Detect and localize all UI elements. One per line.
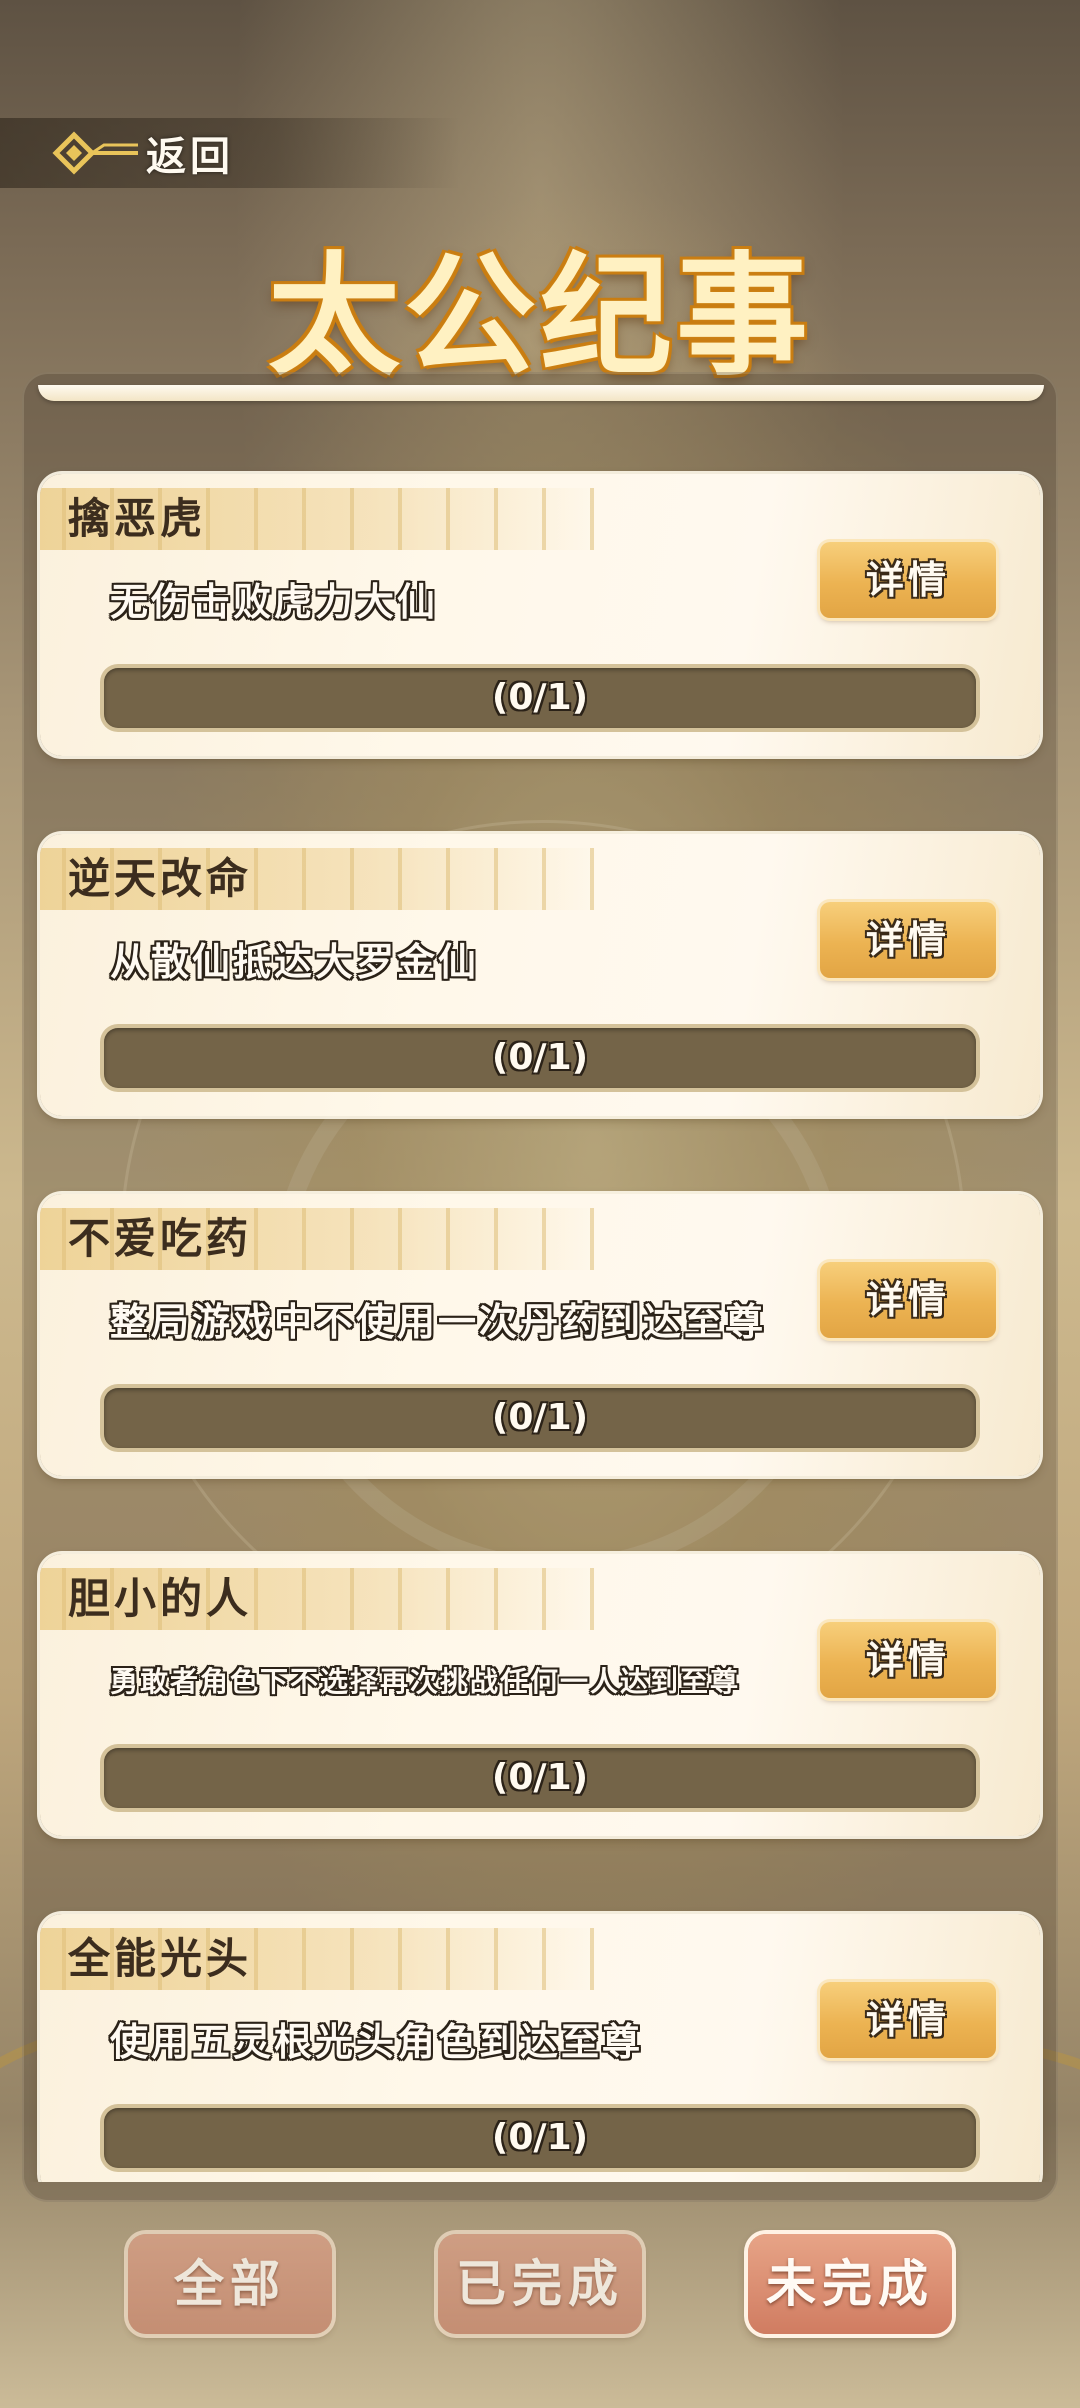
achievement-description: 使用五灵根光头角色到达至尊 — [110, 2019, 644, 2064]
back-label: 返回 — [146, 133, 234, 180]
achievement-card: 擒恶虎 无伤击败虎力大仙 详情 (0/1) — [40, 474, 1040, 756]
filter-completed-button[interactable]: 已完成 — [438, 2234, 642, 2334]
progress-bar: (0/1) — [104, 1028, 976, 1088]
progress-bar: (0/1) — [104, 2108, 976, 2168]
achievement-card: 逆天改命 从散仙抵达大罗金仙 详情 (0/1) — [40, 834, 1040, 1116]
achievement-card: 胆小的人 勇敢者角色下不选择再次挑战任何一人达到至尊 详情 (0/1) — [40, 1554, 1040, 1836]
achievement-description: 从散仙抵达大罗金仙 — [110, 939, 480, 984]
progress-text: (0/1) — [491, 677, 589, 718]
achievement-screen: 返回 太公纪事 擒恶虎 无伤击败虎力大仙 详情 (0/1) 逆天改命 从散仙抵达… — [0, 0, 1080, 2408]
progress-text: (0/1) — [491, 2117, 589, 2158]
progress-bar: (0/1) — [104, 1748, 976, 1808]
progress-text: (0/1) — [491, 1397, 589, 1438]
detail-button[interactable]: 详情 — [820, 1262, 996, 1338]
achievement-description: 无伤击败虎力大仙 — [110, 579, 439, 624]
filter-incomplete-button[interactable]: 未完成 — [748, 2234, 952, 2334]
detail-button[interactable]: 详情 — [820, 542, 996, 618]
achievement-title: 逆天改命 — [68, 854, 253, 903]
achievement-title: 擒恶虎 — [68, 494, 207, 543]
detail-button[interactable]: 详情 — [820, 902, 996, 978]
achievement-card: 不爱吃药 整局游戏中不使用一次丹药到达至尊 详情 (0/1) — [40, 1194, 1040, 1476]
detail-button[interactable]: 详情 — [820, 1982, 996, 2058]
diamond-arrow-icon — [52, 131, 138, 175]
panel-divider — [38, 385, 1044, 401]
back-button[interactable]: 返回 — [0, 118, 460, 188]
progress-text: (0/1) — [491, 1037, 589, 1078]
achievement-title: 全能光头 — [68, 1934, 253, 1983]
achievement-title: 胆小的人 — [68, 1574, 253, 1623]
achievement-title: 不爱吃药 — [68, 1214, 253, 1263]
achievement-card: 全能光头 使用五灵根光头角色到达至尊 详情 (0/1) — [40, 1914, 1040, 2182]
progress-text: (0/1) — [491, 1757, 589, 1798]
achievement-list[interactable]: 擒恶虎 无伤击败虎力大仙 详情 (0/1) 逆天改命 从散仙抵达大罗金仙 详情 … — [22, 400, 1058, 2182]
filter-all-button[interactable]: 全部 — [128, 2234, 332, 2334]
progress-bar: (0/1) — [104, 668, 976, 728]
achievement-description: 勇敢者角色下不选择再次挑战任何一人达到至尊 — [110, 1665, 741, 1698]
achievement-description: 整局游戏中不使用一次丹药到达至尊 — [110, 1299, 767, 1344]
detail-button[interactable]: 详情 — [820, 1622, 996, 1698]
progress-bar: (0/1) — [104, 1388, 976, 1448]
